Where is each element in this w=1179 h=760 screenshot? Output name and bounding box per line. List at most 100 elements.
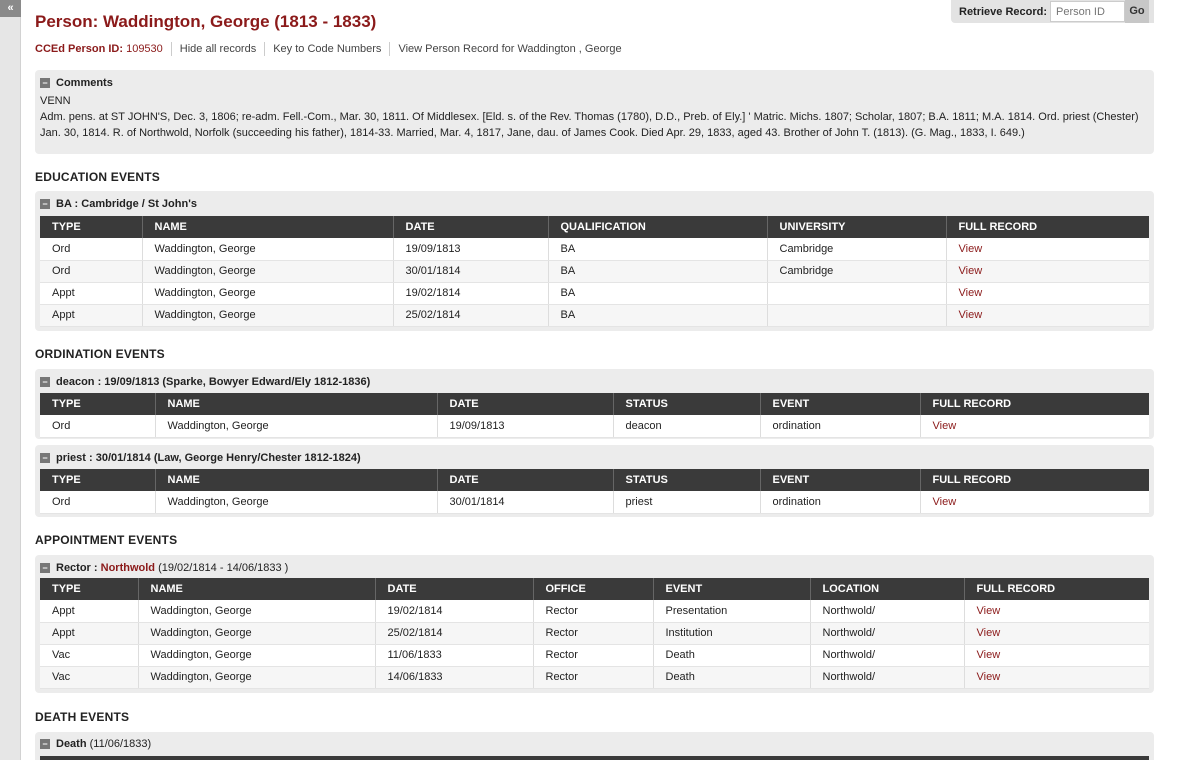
person-id-input[interactable]: [1050, 1, 1125, 22]
comments-header: − Comments: [40, 77, 113, 89]
date-cell: 30/01/1814: [436, 491, 613, 514]
type-cell: Appt: [40, 622, 138, 645]
appointment-table: TYPE NAME DATE OFFICE EVENT LOCATION FUL…: [40, 578, 1149, 689]
table-header-row: TYPE NAME DATE QUALIFICATION UNIVERSITY …: [40, 216, 1149, 238]
appointment-dates: (19/02/1814 - 14/06/1833 ): [158, 562, 289, 574]
location-cell: Northwold/: [809, 644, 964, 667]
date-cell: 11/06/1833: [374, 644, 533, 667]
appointment-heading: APPOINTMENT EVENTS: [35, 533, 178, 547]
death-table-header-edge: [40, 756, 1149, 760]
education-group-title: BA : Cambridge / St John's: [56, 198, 197, 210]
column-header: EVENT: [759, 393, 920, 415]
person-id: CCEd Person ID: 109530: [35, 42, 171, 56]
name-cell: Waddington, George: [137, 644, 375, 667]
name-cell: Waddington, George: [137, 622, 375, 645]
type-cell: Ord: [40, 415, 155, 438]
subnav: CCEd Person ID: 109530 Hide all records …: [35, 42, 630, 56]
table-row: Appt Waddington, George 19/02/1814 BA Vi…: [40, 282, 1149, 305]
hide-all-records-link[interactable]: Hide all records: [170, 42, 264, 56]
view-record-link[interactable]: View: [945, 304, 1149, 327]
location-cell: Northwold/: [809, 666, 964, 689]
view-record-link[interactable]: View: [919, 491, 1149, 514]
ordination-group-title: deacon : 19/09/1813 (Sparke, Bowyer Edwa…: [56, 376, 371, 388]
view-record-link[interactable]: View: [919, 415, 1149, 438]
qualification-cell: BA: [547, 260, 767, 283]
name-cell: Waddington, George: [154, 491, 437, 514]
table-row: Appt Waddington, George 25/02/1814 BA Vi…: [40, 304, 1149, 327]
death-group: − Death (11/06/1833): [35, 732, 1154, 760]
collapse-deacon-icon[interactable]: −: [40, 377, 50, 387]
column-header: NAME: [141, 216, 393, 238]
ordination-group-title: priest : 30/01/1814 (Law, George Henry/C…: [56, 452, 361, 464]
view-record-link[interactable]: View: [945, 282, 1149, 305]
university-cell: [766, 282, 946, 305]
go-button[interactable]: Go: [1125, 0, 1149, 23]
ordination-group-header: − priest : 30/01/1814 (Law, George Henry…: [40, 452, 361, 464]
type-cell: Appt: [40, 600, 138, 623]
type-cell: Appt: [40, 282, 142, 305]
appointment-group: − Rector : Northwold (19/02/1814 - 14/06…: [35, 555, 1154, 693]
university-cell: Cambridge: [766, 260, 946, 283]
collapse-sidebar-icon[interactable]: «: [0, 0, 21, 17]
collapse-appointment-icon[interactable]: −: [40, 563, 50, 573]
column-header: OFFICE: [532, 578, 653, 600]
name-cell: Waddington, George: [141, 238, 393, 261]
column-header: DATE: [392, 216, 548, 238]
office-cell: Rector: [532, 644, 653, 667]
column-header: TYPE: [40, 469, 155, 491]
education-group-header: − BA : Cambridge / St John's: [40, 198, 197, 210]
date-cell: 19/09/1813: [436, 415, 613, 438]
type-cell: Ord: [40, 238, 142, 261]
status-cell: priest: [612, 491, 760, 514]
date-cell: 25/02/1814: [374, 622, 533, 645]
view-record-link[interactable]: View: [963, 600, 1149, 623]
name-cell: Waddington, George: [141, 304, 393, 327]
comments-text: Adm. pens. at ST JOHN'S, Dec. 3, 1806; r…: [40, 111, 1139, 139]
appointment-place-link[interactable]: Northwold: [101, 562, 155, 574]
person-id-value: 109530: [126, 43, 163, 55]
location-cell: Northwold/: [809, 622, 964, 645]
event-cell: Death: [652, 666, 810, 689]
ordination-group: − deacon : 19/09/1813 (Sparke, Bowyer Ed…: [35, 369, 1154, 439]
left-sidebar: «: [0, 0, 21, 760]
type-cell: Ord: [40, 491, 155, 514]
view-record-link[interactable]: View: [945, 260, 1149, 283]
view-record-link[interactable]: View: [963, 666, 1149, 689]
retrieve-record-box: Retrieve Record: Go: [951, 0, 1154, 23]
office-cell: Rector: [532, 666, 653, 689]
collapse-education-icon[interactable]: −: [40, 199, 50, 209]
type-cell: Vac: [40, 644, 138, 667]
name-cell: Waddington, George: [137, 600, 375, 623]
appointment-office: Rector :: [56, 562, 98, 574]
death-label: Death: [56, 738, 87, 750]
collapse-death-icon[interactable]: −: [40, 739, 50, 749]
collapse-comments-icon[interactable]: −: [40, 78, 50, 88]
view-record-link[interactable]: View: [963, 622, 1149, 645]
deacon-table: TYPE NAME DATE STATUS EVENT FULL RECORD …: [40, 393, 1149, 438]
view-record-link[interactable]: View: [963, 644, 1149, 667]
table-row: Appt Waddington, George 25/02/1814 Recto…: [40, 622, 1149, 645]
status-cell: deacon: [612, 415, 760, 438]
type-cell: Vac: [40, 666, 138, 689]
table-row: Vac Waddington, George 11/06/1833 Rector…: [40, 644, 1149, 667]
view-person-record-link[interactable]: View Person Record for Waddington , Geor…: [389, 42, 629, 56]
date-cell: 30/01/1814: [392, 260, 548, 283]
date-cell: 19/09/1813: [392, 238, 548, 261]
view-record-link[interactable]: View: [945, 238, 1149, 261]
date-cell: 14/06/1833: [374, 666, 533, 689]
qualification-cell: BA: [547, 304, 767, 327]
death-group-header: − Death (11/06/1833): [40, 738, 151, 750]
column-header: STATUS: [612, 393, 760, 415]
comments-body: VENN Adm. pens. at ST JOHN'S, Dec. 3, 18…: [35, 93, 1154, 141]
name-cell: Waddington, George: [141, 260, 393, 283]
office-cell: Rector: [532, 600, 653, 623]
collapse-priest-icon[interactable]: −: [40, 453, 50, 463]
death-heading: DEATH EVENTS: [35, 710, 130, 724]
column-header: FULL RECORD: [963, 578, 1149, 600]
key-to-code-numbers-link[interactable]: Key to Code Numbers: [264, 42, 389, 56]
ordination-heading: ORDINATION EVENTS: [35, 347, 165, 361]
event-cell: ordination: [759, 415, 920, 438]
death-date: (11/06/1833): [89, 738, 152, 750]
event-cell: Institution: [652, 622, 810, 645]
comments-box: − Comments VENN Adm. pens. at ST JOHN'S,…: [35, 70, 1154, 154]
